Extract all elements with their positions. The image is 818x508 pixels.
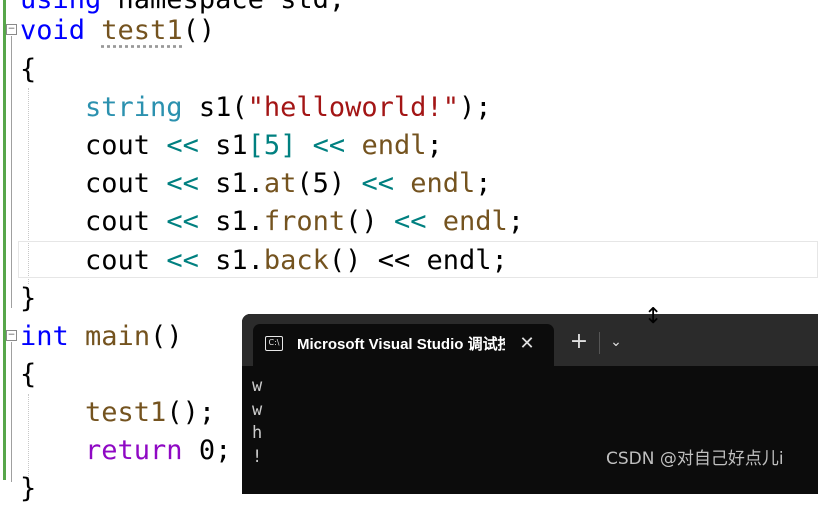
code-text: ; bbox=[491, 245, 508, 276]
resize-cursor-icon: ↕ bbox=[644, 304, 663, 329]
code-text: } bbox=[20, 473, 37, 504]
code-line-call-test1: test1(); bbox=[20, 394, 215, 432]
operator: [5] bbox=[247, 130, 297, 161]
identifier: endl bbox=[426, 245, 492, 276]
operator: << bbox=[166, 130, 199, 161]
code-text: (5) bbox=[296, 168, 346, 199]
code-line-return: return 0; bbox=[20, 432, 231, 470]
code-text: ( bbox=[231, 92, 248, 123]
titlebar-separator bbox=[599, 332, 600, 354]
terminal-output-line: h bbox=[252, 423, 263, 443]
keyword: return bbox=[85, 435, 183, 466]
variable: s1 bbox=[198, 92, 232, 123]
function-name: main bbox=[85, 321, 151, 352]
code-text: 0; bbox=[182, 435, 232, 466]
close-tab-icon[interactable]: ✕ bbox=[517, 332, 537, 356]
fold-minus-icon: − bbox=[7, 330, 16, 340]
function-name: endl bbox=[361, 130, 427, 161]
code-text: (); bbox=[166, 397, 216, 428]
code-line-open-brace: { bbox=[20, 51, 36, 89]
variable: s1 bbox=[215, 206, 248, 237]
code-text: () bbox=[182, 15, 216, 46]
code-line-cout-front: cout << s1.front() << endl; bbox=[20, 203, 524, 241]
method-name: at bbox=[263, 168, 297, 199]
method-name: back bbox=[263, 245, 329, 276]
identifier: cout bbox=[85, 245, 151, 276]
identifier: cout bbox=[85, 130, 151, 161]
code-text: . bbox=[247, 168, 264, 199]
operator: << bbox=[361, 168, 394, 199]
code-line-open-brace-main: { bbox=[20, 356, 36, 394]
code-text: . bbox=[247, 245, 264, 276]
code-line-void-test1: void test1() bbox=[20, 12, 215, 50]
code-line-close-brace: } bbox=[20, 280, 36, 318]
code-text: ); bbox=[458, 92, 492, 123]
variable: s1 bbox=[215, 245, 248, 276]
string-literal: "helloworld!" bbox=[247, 92, 459, 123]
operator: << bbox=[393, 206, 427, 237]
operator: << bbox=[166, 245, 199, 276]
code-line-cout-index: cout << s1[5] << endl; bbox=[20, 127, 443, 165]
identifier: cout bbox=[85, 168, 151, 199]
tab-title: Microsoft Visual Studio 调试控制台 bbox=[297, 336, 505, 353]
terminal-titlebar[interactable]: C:\ Microsoft Visual Studio 调试控制台 ✕ + ⌄ bbox=[242, 314, 818, 366]
fold-line bbox=[11, 36, 12, 308]
terminal-tab[interactable]: C:\ Microsoft Visual Studio 调试控制台 ✕ bbox=[253, 324, 554, 366]
function-name: test1 bbox=[85, 397, 167, 428]
code-line-partial: } bbox=[20, 470, 36, 508]
operator: << bbox=[166, 168, 199, 199]
code-text: { bbox=[20, 359, 37, 390]
terminal-output-line: w bbox=[252, 400, 263, 420]
code-text: () bbox=[150, 321, 183, 352]
code-text: ; bbox=[426, 130, 443, 161]
chevron-down-icon[interactable]: ⌄ bbox=[606, 331, 626, 353]
variable: s1 bbox=[215, 168, 248, 199]
keyword: int bbox=[20, 321, 69, 352]
fold-line bbox=[11, 342, 12, 482]
code-text: { bbox=[20, 54, 37, 85]
keyword: void bbox=[20, 15, 86, 46]
operator: << bbox=[312, 130, 346, 161]
operator: << bbox=[377, 245, 411, 276]
identifier: cout bbox=[85, 206, 151, 237]
function-name: endl bbox=[442, 206, 508, 237]
terminal-output-line: w bbox=[252, 376, 263, 396]
code-text: } bbox=[20, 283, 37, 314]
code-line-cout-at: cout << s1.at(5) << endl; bbox=[20, 165, 492, 203]
fold-toggle-main[interactable]: − bbox=[6, 330, 17, 341]
code-text: () bbox=[328, 245, 362, 276]
terminal-output-line: ! bbox=[252, 447, 263, 467]
code-line-cout-back: cout << s1.back() << endl; bbox=[20, 242, 508, 280]
console-icon-label: C:\ bbox=[268, 338, 280, 347]
code-text: () bbox=[345, 206, 378, 237]
code-text: ; bbox=[475, 168, 492, 199]
code-line-int-main: int main() bbox=[20, 318, 183, 356]
variable: s1 bbox=[215, 130, 248, 161]
code-text: ; bbox=[507, 206, 525, 237]
code-text: . bbox=[247, 206, 264, 237]
code-line-string-decl: string s1("helloworld!"); bbox=[20, 89, 491, 127]
fold-minus-icon: − bbox=[7, 24, 16, 34]
fold-toggle-test1[interactable]: − bbox=[6, 24, 17, 35]
function-name[interactable]: test1 bbox=[101, 15, 182, 46]
method-name: front bbox=[263, 206, 346, 237]
type-name: string bbox=[85, 92, 183, 123]
change-marker-bar bbox=[3, 0, 6, 480]
operator: << bbox=[166, 206, 199, 237]
watermark: CSDN @对自己好点儿i bbox=[606, 449, 784, 469]
console-icon: C:\ bbox=[265, 336, 283, 351]
new-tab-icon[interactable]: + bbox=[568, 331, 590, 353]
function-name: endl bbox=[410, 168, 476, 199]
